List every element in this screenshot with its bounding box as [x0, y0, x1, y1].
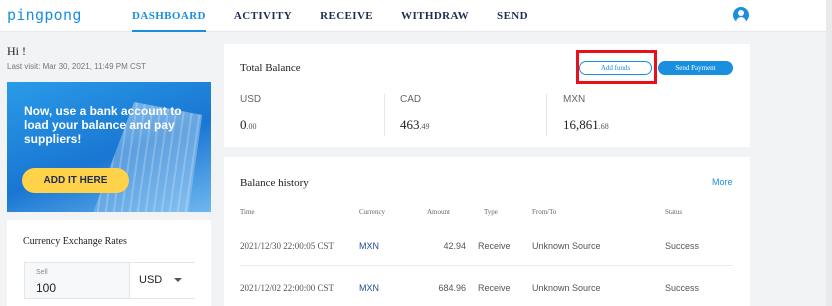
balance-history-card: Balance history More Time Currency Amoun… [224, 157, 750, 306]
add-funds-button[interactable]: Add funds [579, 61, 652, 75]
exchange-rates-title: Currency Exchange Rates [23, 236, 127, 247]
cell-amount: 684.96 [438, 283, 466, 293]
table-row[interactable]: 2021/12/30 22:00:05 CST MXN 42.94 Receiv… [240, 228, 733, 266]
total-balance-card: Total Balance Add funds Send Payment USD… [224, 44, 750, 147]
balance-amount: 0.00 [240, 117, 261, 133]
avatar-head [738, 10, 744, 16]
sell-value[interactable]: 100 [36, 281, 56, 295]
balance-history-title: Balance history [240, 177, 309, 189]
column-header-time: Time [240, 208, 255, 216]
sell-label: Sell [36, 269, 48, 276]
last-visit: Last visit: Mar 30, 2021, 11:49 PM CST [7, 62, 147, 71]
total-balance-title: Total Balance [240, 62, 301, 74]
exchange-rates-card: Currency Exchange Rates Sell 100 USD [7, 220, 211, 306]
cell-type: Receive [478, 241, 511, 251]
promo-banner: Now, use a bank account to load your bal… [7, 82, 211, 212]
amount-decimal: .00 [246, 122, 257, 131]
cell-currency: MXN [359, 241, 379, 251]
cell-time: 2021/12/30 22:00:05 CST [240, 241, 335, 251]
avatar-body [736, 17, 746, 23]
balance-mxn: MXN 16,861.68 [563, 94, 609, 133]
nav-receive[interactable]: RECEIVE [320, 0, 373, 32]
balance-amount: 16,861.68 [563, 117, 609, 133]
top-nav-bar: pingpong DASHBOARD ACTIVITY RECEIVE WITH… [0, 0, 832, 32]
nav-activity[interactable]: ACTIVITY [234, 0, 292, 32]
balance-cad: CAD 463.49 [400, 94, 430, 133]
divider [546, 94, 547, 136]
divider [384, 94, 385, 136]
promo-text: Now, use a bank account to load your bal… [24, 104, 182, 146]
nav-dashboard[interactable]: DASHBOARD [132, 0, 206, 32]
column-header-from-to: From/To [532, 208, 557, 216]
nav-withdraw[interactable]: WITHDRAW [401, 0, 469, 32]
column-header-status: Status [665, 208, 683, 216]
currency-select[interactable]: USD [129, 263, 195, 298]
cell-time: 2021/12/02 22:00:00 CST [240, 283, 335, 293]
column-header-currency: Currency [359, 208, 386, 216]
amount-decimal: .68 [598, 122, 609, 131]
chevron-down-icon [174, 278, 182, 282]
currency-selected: USD [139, 274, 163, 286]
send-payment-button[interactable]: Send Payment [658, 61, 733, 75]
cell-from-to: Unknown Source [532, 283, 601, 293]
cell-from-to: Unknown Source [532, 241, 601, 251]
cell-currency: MXN [359, 283, 379, 293]
cell-status: Success [665, 283, 700, 293]
add-it-here-button[interactable]: ADD IT HERE [22, 168, 129, 193]
currency-code: CAD [400, 94, 422, 105]
cell-amount: 42.94 [443, 241, 466, 251]
currency-code: MXN [563, 94, 586, 105]
amount-whole: 463 [400, 117, 420, 132]
column-header-amount: Amount [427, 208, 450, 216]
balance-amount: 463.49 [400, 117, 430, 133]
cell-status: Success [665, 241, 700, 251]
column-header-type: Type [484, 208, 498, 216]
main-nav: DASHBOARD ACTIVITY RECEIVE WITHDRAW SEND [132, 0, 556, 32]
pingpong-logo[interactable]: pingpong [7, 6, 82, 24]
currency-code: USD [240, 94, 262, 105]
balance-usd: USD 0.00 [240, 94, 261, 133]
table-row[interactable]: 2021/12/02 22:00:00 CST MXN 684.96 Recei… [240, 270, 733, 306]
nav-send[interactable]: SEND [497, 0, 528, 32]
more-link[interactable]: More [712, 177, 733, 187]
cell-type: Receive [478, 283, 511, 293]
amount-whole: 16,861 [563, 117, 599, 132]
user-avatar-icon[interactable] [733, 7, 749, 23]
sell-amount-field[interactable]: Sell 100 USD [24, 262, 195, 299]
amount-decimal: .49 [419, 122, 430, 131]
page-scrollbar[interactable] [826, 0, 832, 306]
greeting: Hi ! [7, 44, 26, 58]
